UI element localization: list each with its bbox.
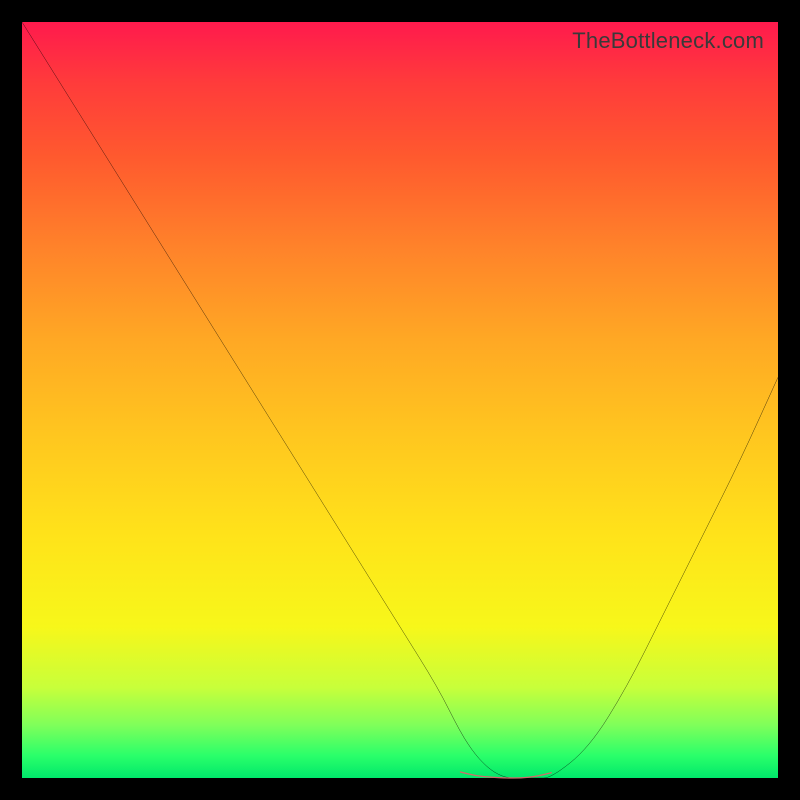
chart-frame: TheBottleneck.com bbox=[0, 0, 800, 800]
bottleneck-curve-path bbox=[22, 22, 778, 778]
curve-layer bbox=[22, 22, 778, 778]
plot-area: TheBottleneck.com bbox=[22, 22, 778, 778]
